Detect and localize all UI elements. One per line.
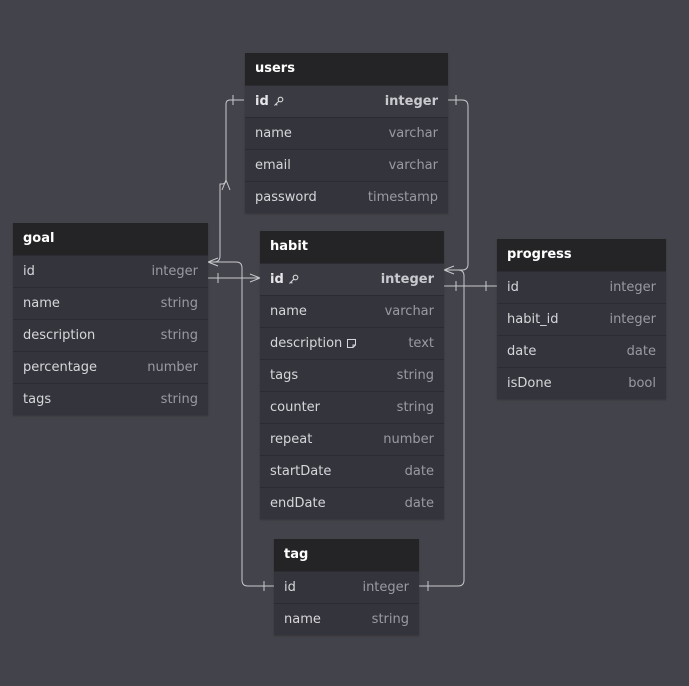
field-name: name [23, 296, 60, 311]
connector-users-goal [208, 99, 244, 263]
field-habit-name[interactable]: name varchar [260, 295, 444, 327]
field-goal-id[interactable]: id integer [13, 255, 208, 287]
field-users-password[interactable]: password timestamp [245, 181, 448, 213]
field-habit-enddate[interactable]: endDate date [260, 487, 444, 519]
field-type: integer [384, 94, 438, 109]
field-habit-id[interactable]: id integer [260, 263, 444, 295]
connector-habit-crowfoot-right [443, 265, 455, 275]
field-name: id [284, 580, 296, 595]
connector-users-habit-crowfoot [221, 179, 231, 191]
field-users-email[interactable]: email varchar [245, 149, 448, 181]
field-progress-id[interactable]: id integer [497, 271, 666, 303]
field-type: string [396, 400, 434, 415]
table-users[interactable]: users id integer name varchar email varc… [245, 53, 448, 213]
field-type: date [404, 496, 434, 511]
field-type: string [371, 612, 409, 627]
field-progress-isdone[interactable]: isDone bool [497, 367, 666, 399]
field-tag-id[interactable]: id integer [274, 571, 419, 603]
field-type: varchar [388, 158, 438, 173]
field-type: varchar [384, 304, 434, 319]
field-type: integer [609, 280, 656, 295]
field-goal-tags[interactable]: tags string [13, 383, 208, 415]
field-name: tags [23, 392, 52, 407]
field-users-name[interactable]: name varchar [245, 117, 448, 149]
field-type: number [383, 432, 434, 447]
field-name: isDone [507, 376, 552, 391]
field-name: name [270, 304, 307, 319]
field-type: integer [151, 264, 198, 279]
key-icon [273, 96, 284, 107]
field-habit-description[interactable]: description text [260, 327, 444, 359]
field-name: name [255, 126, 292, 141]
field-name: description [270, 336, 343, 351]
table-tag[interactable]: tag id integer name string [274, 539, 419, 635]
field-type: bool [628, 376, 656, 391]
field-type: date [626, 344, 656, 359]
field-goal-name[interactable]: name string [13, 287, 208, 319]
table-progress-header[interactable]: progress [497, 239, 666, 271]
field-name: counter [270, 400, 321, 415]
field-users-id[interactable]: id integer [245, 85, 448, 117]
field-name: endDate [270, 496, 326, 511]
field-name: repeat [270, 432, 313, 447]
table-tag-header[interactable]: tag [274, 539, 419, 571]
field-type: integer [380, 272, 434, 287]
table-users-header[interactable]: users [245, 53, 448, 85]
field-type: timestamp [367, 190, 438, 205]
table-habit[interactable]: habit id integer name varchar descriptio… [260, 231, 444, 519]
table-progress[interactable]: progress id integer habit_id integer dat… [497, 239, 666, 399]
field-progress-date[interactable]: date date [497, 335, 666, 367]
key-icon [288, 274, 299, 285]
field-type: integer [609, 312, 656, 327]
field-habit-tags[interactable]: tags string [260, 359, 444, 391]
field-type: string [396, 368, 434, 383]
connector-goal-crowfoot [207, 257, 219, 267]
field-habit-counter[interactable]: counter string [260, 391, 444, 423]
diagram-canvas[interactable]: users id integer name varchar email varc… [0, 0, 689, 686]
field-name: date [507, 344, 537, 359]
field-type: string [160, 328, 198, 343]
field-name: id [507, 280, 519, 295]
field-name: id [270, 272, 284, 287]
field-type: date [404, 464, 434, 479]
field-progress-habit-id[interactable]: habit_id integer [497, 303, 666, 335]
field-name: percentage [23, 360, 98, 375]
field-name: tags [270, 368, 299, 383]
note-icon[interactable] [346, 338, 357, 349]
table-habit-header[interactable]: habit [260, 231, 444, 263]
table-goal-header[interactable]: goal [13, 223, 208, 255]
field-type: string [160, 296, 198, 311]
table-goal[interactable]: goal id integer name string description … [13, 223, 208, 415]
field-name: name [284, 612, 321, 627]
field-name: password [255, 190, 317, 205]
field-habit-startdate[interactable]: startDate date [260, 455, 444, 487]
field-name: habit_id [507, 312, 559, 327]
field-type: text [408, 336, 434, 351]
field-type: integer [362, 580, 409, 595]
field-goal-percentage[interactable]: percentage number [13, 351, 208, 383]
field-type: number [147, 360, 198, 375]
connector-habit-crowfoot-left [249, 273, 261, 283]
field-type: string [160, 392, 198, 407]
field-type: varchar [388, 126, 438, 141]
field-name: startDate [270, 464, 332, 479]
field-habit-repeat[interactable]: repeat number [260, 423, 444, 455]
field-goal-description[interactable]: description string [13, 319, 208, 351]
field-name: description [23, 328, 96, 343]
field-name: id [255, 94, 269, 109]
field-name: id [23, 264, 35, 279]
field-name: email [255, 158, 291, 173]
field-tag-name[interactable]: name string [274, 603, 419, 635]
